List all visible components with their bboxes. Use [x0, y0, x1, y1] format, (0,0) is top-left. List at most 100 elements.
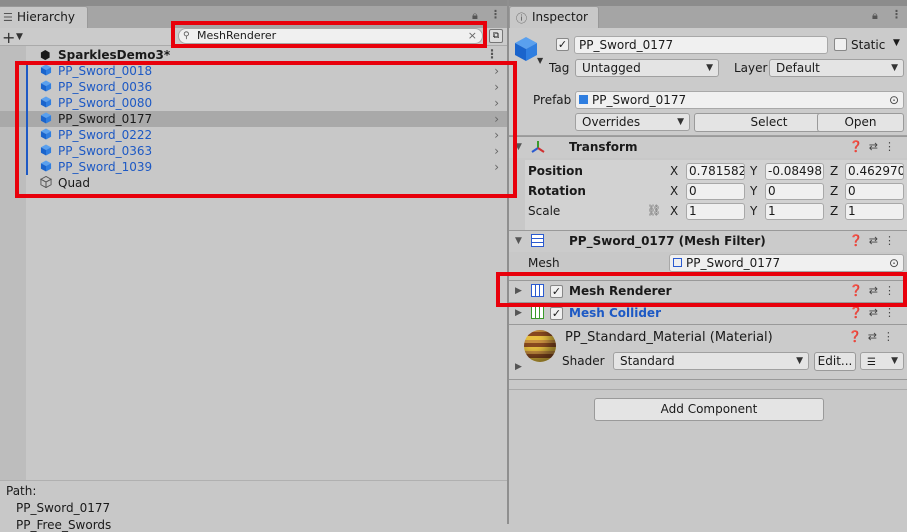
hierarchy-item-label: PP_Sword_0177 [58, 112, 153, 126]
hierarchy-item[interactable]: PP_Sword_0080 › [26, 95, 508, 111]
chevron-right-icon[interactable]: › [494, 159, 499, 175]
rotation-x-field[interactable]: 0 [686, 183, 745, 200]
chevron-right-icon[interactable]: › [494, 127, 499, 143]
object-name-field[interactable]: PP_Sword_0177 [574, 36, 828, 54]
icon-dropdown-icon[interactable]: ▼ [537, 56, 543, 65]
hierarchy-item[interactable]: PP_Sword_0177 › [0, 111, 508, 127]
chevron-right-icon[interactable]: › [494, 63, 499, 79]
search-scene-button[interactable]: ⧉ [489, 29, 503, 43]
position-x-field[interactable]: 0.781582 [686, 163, 745, 180]
mesh-filter-title: PP_Sword_0177 (Mesh Filter) [569, 234, 766, 248]
material-header-icons[interactable]: ❓⇄⋮ [848, 330, 900, 343]
kebab-menu-icon[interactable]: ⋮ [490, 8, 501, 21]
foldout-closed-icon[interactable]: ▶ [515, 362, 522, 372]
hierarchy-item-label: PP_Sword_0018 [58, 64, 153, 78]
layer-label: Layer [734, 61, 768, 75]
axis-z-label[interactable]: Z [830, 164, 838, 178]
chevron-down-icon: ▼ [677, 117, 684, 127]
unity-scene-icon: ⬢ [40, 48, 51, 62]
inspector-lock-icon[interactable]: 🔒︎ [872, 9, 878, 23]
material-preview-sphere[interactable] [524, 330, 556, 362]
mesh-renderer-header[interactable]: ▶ ✓ Mesh Renderer ❓⇄⋮ [509, 280, 907, 302]
mesh-collider-header[interactable]: ▶ ✓ Mesh Collider ❓⇄⋮ [509, 302, 907, 324]
active-checkbox[interactable]: ✓ [556, 38, 569, 51]
static-dropdown-icon[interactable]: ▼ [893, 38, 900, 48]
chevron-right-icon[interactable]: › [494, 143, 499, 159]
prefab-cube-icon [40, 64, 52, 76]
axis-z-label[interactable]: Z [830, 184, 838, 198]
clear-search-icon[interactable]: × [468, 29, 477, 43]
overrides-label: Overrides [582, 115, 641, 129]
hierarchy-item[interactable]: PP_Sword_0036 › [26, 79, 508, 95]
position-z-field[interactable]: 0.462970 [845, 163, 904, 180]
hierarchy-search-input[interactable]: ⚲ MeshRenderer × [178, 28, 483, 44]
component-header-icons[interactable]: ❓⇄⋮ [849, 306, 901, 319]
prefab-cube-icon[interactable] [514, 36, 538, 62]
hierarchy-item[interactable]: Quad [26, 175, 508, 191]
layer-dropdown[interactable]: Default ▼ [769, 59, 904, 77]
open-button[interactable]: Open [817, 113, 904, 132]
axis-x-label[interactable]: X [670, 184, 678, 198]
static-checkbox[interactable] [834, 38, 847, 51]
chevron-right-icon[interactable]: › [494, 79, 499, 95]
create-plus-icon[interactable]: + [2, 28, 15, 47]
layer-value: Default [776, 61, 820, 75]
shader-dropdown[interactable]: Standard ▼ [613, 352, 809, 370]
hierarchy-item[interactable]: PP_Sword_0222 › [26, 127, 508, 143]
mesh-collider-enabled-checkbox[interactable]: ✓ [550, 307, 563, 320]
rotation-z-field[interactable]: 0 [845, 183, 904, 200]
hierarchy-item-label: PP_Sword_1039 [58, 160, 153, 174]
search-value: MeshRenderer [197, 29, 277, 42]
hierarchy-item[interactable]: PP_Sword_0018 › [26, 63, 508, 79]
hierarchy-tab[interactable]: ☰ Hierarchy [0, 6, 88, 28]
transform-header[interactable]: ▼ Transform ❓⇄⋮ [509, 136, 907, 158]
hierarchy-item[interactable]: PP_Sword_0363 › [26, 143, 508, 159]
prefab-cube-icon [40, 96, 52, 108]
axis-y-label[interactable]: Y [750, 184, 757, 198]
prefab-field[interactable]: PP_Sword_0177 ⊙ [575, 91, 904, 109]
scale-z-field[interactable]: 1 [845, 203, 904, 220]
hierarchy-item[interactable]: PP_Sword_1039 › [26, 159, 508, 175]
chevron-right-icon[interactable]: › [494, 95, 499, 111]
prefab-override-bar [26, 127, 28, 143]
transform-title: Transform [569, 140, 638, 154]
mesh-renderer-enabled-checkbox[interactable]: ✓ [550, 285, 563, 298]
axis-y-label[interactable]: Y [750, 204, 757, 218]
scale-y-field[interactable]: 1 [765, 203, 824, 220]
inspector-tab[interactable]: ⓘ Inspector [509, 6, 599, 28]
foldout-closed-icon: ▶ [515, 308, 522, 318]
shader-label: Shader [562, 354, 605, 368]
constrain-proportions-icon[interactable]: ⛓ [647, 204, 661, 217]
lock-icon[interactable]: 🔒︎ [472, 9, 478, 23]
scene-row[interactable]: ⬢ SparklesDemo3* ⋮ [26, 47, 508, 63]
axis-z-label[interactable]: Z [830, 204, 838, 218]
component-header-icons[interactable]: ❓⇄⋮ [849, 140, 901, 153]
mesh-filter-header[interactable]: ▼ PP_Sword_0177 (Mesh Filter) ❓⇄⋮ [509, 230, 907, 252]
mesh-field[interactable]: PP_Sword_0177 ⊙ [669, 254, 904, 272]
position-y-field[interactable]: -0.08498 [765, 163, 824, 180]
hierarchy-list-icon: ☰ [3, 11, 13, 24]
component-header-icons[interactable]: ❓⇄⋮ [849, 234, 901, 247]
scene-menu-icon[interactable]: ⋮ [486, 47, 498, 61]
axis-x-label[interactable]: X [670, 204, 678, 218]
axis-y-label[interactable]: Y [750, 164, 757, 178]
add-component-button[interactable]: Add Component [594, 398, 824, 421]
chevron-right-icon[interactable]: › [494, 111, 499, 127]
gameobject-cube-icon [40, 176, 52, 188]
shader-options-dropdown[interactable]: ☰ ▼ [860, 352, 904, 370]
prefab-override-bar [26, 95, 28, 111]
overrides-dropdown[interactable]: Overrides ▼ [575, 113, 690, 131]
prefab-cube-icon [40, 128, 52, 140]
object-picker-icon[interactable]: ⊙ [889, 255, 899, 271]
inspector-kebab-icon[interactable]: ⋮ [891, 8, 902, 21]
axis-x-label[interactable]: X [670, 164, 678, 178]
create-dropdown-icon[interactable]: ▼ [16, 32, 23, 42]
prefab-override-bar [26, 143, 28, 159]
scale-x-field[interactable]: 1 [686, 203, 745, 220]
edit-shader-button[interactable]: Edit... [814, 352, 856, 371]
object-picker-icon[interactable]: ⊙ [889, 92, 899, 108]
rotation-y-field[interactable]: 0 [765, 183, 824, 200]
mesh-small-icon [673, 258, 682, 267]
tag-dropdown[interactable]: Untagged ▼ [575, 59, 719, 77]
component-header-icons[interactable]: ❓⇄⋮ [849, 284, 901, 297]
